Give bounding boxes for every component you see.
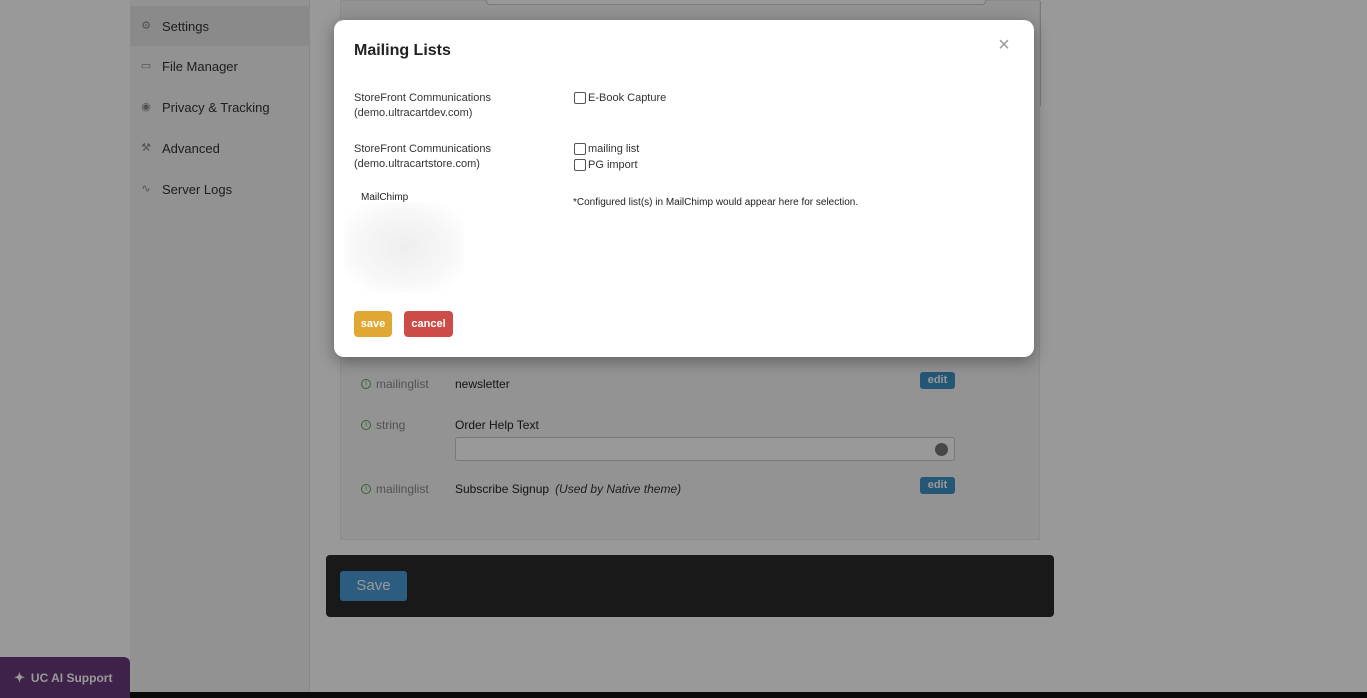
provider-name: StoreFront Communications (354, 92, 491, 104)
provider-domain: (demo.ultracartstore.com) (354, 158, 480, 170)
provider-lists-dev: E-Book Capture (574, 90, 874, 106)
list-checkbox-row[interactable]: mailing list (574, 141, 874, 157)
list-label: PG import (588, 159, 638, 171)
dialog-title: Mailing Lists (354, 42, 451, 59)
list-label: mailing list (588, 143, 640, 155)
dialog-save-button[interactable]: save (354, 311, 392, 337)
mailchimp-note: *Configured list(s) in MailChimp would a… (573, 197, 859, 208)
checkbox[interactable] (574, 159, 586, 171)
provider-storefront-dev: StoreFront Communications (demo.ultracar… (354, 91, 554, 121)
mailing-lists-dialog: Mailing Lists × StoreFront Communication… (334, 20, 1034, 357)
checkbox[interactable] (574, 143, 586, 155)
list-checkbox-row[interactable]: E-Book Capture (574, 90, 874, 106)
dialog-cancel-button[interactable]: cancel (404, 311, 453, 337)
list-checkbox-row[interactable]: PG import (574, 157, 874, 173)
checkbox[interactable] (574, 92, 586, 104)
mailchimp-logo (344, 202, 464, 292)
provider-name: StoreFront Communications (354, 143, 491, 155)
close-icon[interactable]: × (994, 35, 1014, 55)
list-label: E-Book Capture (588, 92, 667, 104)
provider-domain: (demo.ultracartdev.com) (354, 107, 473, 119)
provider-lists-store: mailing list PG import (574, 141, 874, 173)
provider-storefront-store: StoreFront Communications (demo.ultracar… (354, 142, 554, 172)
